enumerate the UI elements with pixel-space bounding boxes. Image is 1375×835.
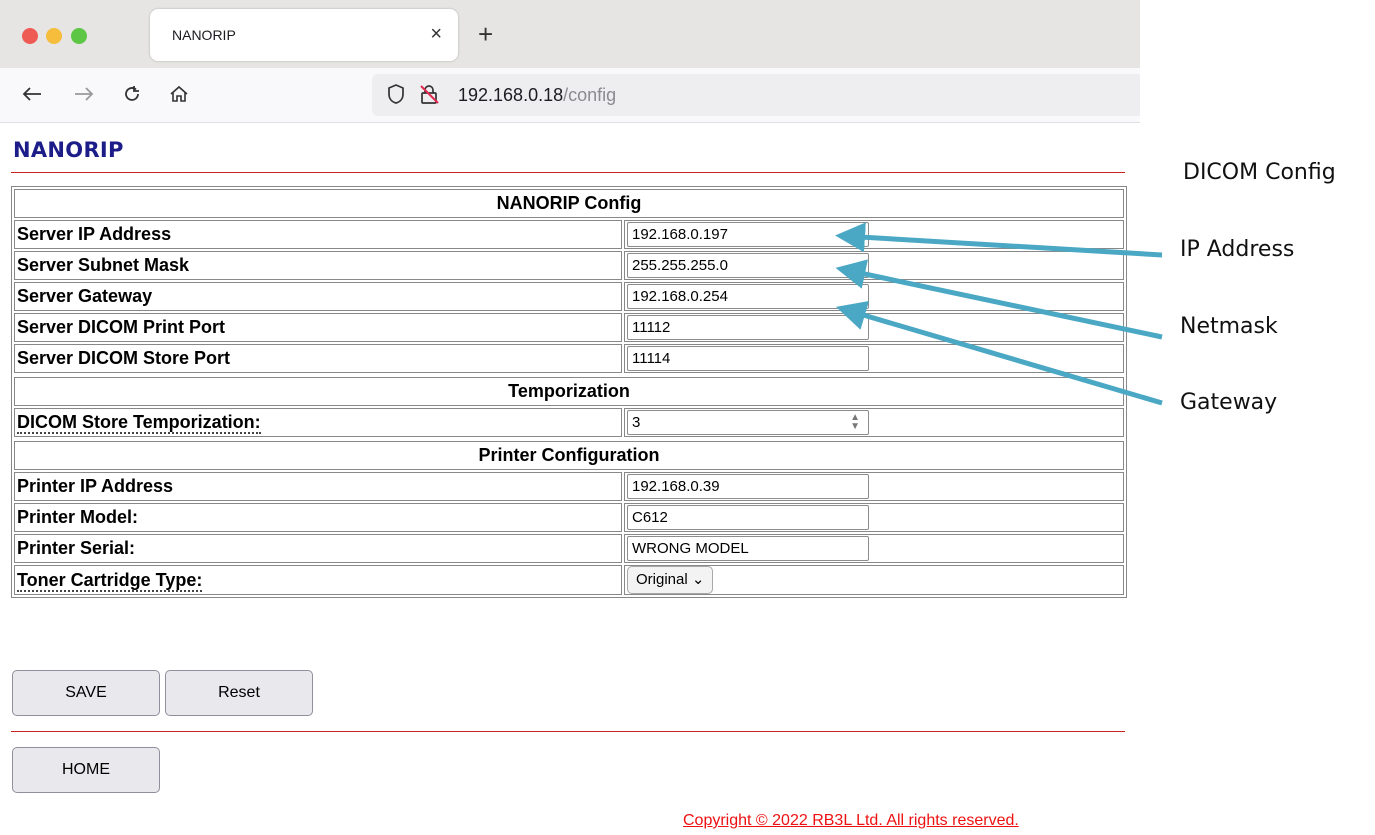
window-zoom-dot[interactable] <box>71 28 87 44</box>
printer-serial-input[interactable]: WRONG MODEL <box>627 536 869 561</box>
table-row: Server IP Address 192.168.0.197 <box>14 220 1124 249</box>
annotation-gateway: Gateway <box>1180 390 1278 415</box>
table-row: DICOM Store Temporization: 3 ▲ ▼ <box>14 408 1124 437</box>
reload-icon[interactable] <box>118 80 146 108</box>
toner-cartridge-type-label: Toner Cartridge Type: <box>17 569 203 592</box>
home-icon[interactable] <box>165 80 193 108</box>
server-ip-input[interactable]: 192.168.0.197 <box>627 222 869 247</box>
home-button[interactable]: HOME <box>12 747 160 793</box>
url-path: /config <box>563 85 617 105</box>
field-label: Printer Serial: <box>14 534 622 563</box>
new-tab-icon[interactable]: + <box>478 20 493 48</box>
toner-type-select[interactable]: Original ⌄ <box>627 566 714 594</box>
tab-bar: NANORIP × + <box>0 0 1140 68</box>
printer-model-input[interactable]: C612 <box>627 505 869 530</box>
field-label: Server DICOM Print Port <box>14 313 622 342</box>
dicom-store-port-input[interactable]: 11114 <box>627 346 869 371</box>
server-gateway-input[interactable]: 192.168.0.254 <box>627 284 869 309</box>
page-title: NANORIP <box>13 138 124 162</box>
field-label: Server DICOM Store Port <box>14 344 622 373</box>
tab-title: NANORIP <box>172 27 236 43</box>
field-label: DICOM Store Temporization: <box>14 408 622 437</box>
table-row: Printer Serial: WRONG MODEL <box>14 534 1124 563</box>
field-label: Printer IP Address <box>14 472 622 501</box>
table-row: Server Subnet Mask 255.255.255.0 <box>14 251 1124 280</box>
field-label: Server Gateway <box>14 282 622 311</box>
copyright-link[interactable]: Copyright © 2022 RB3L Ltd. All rights re… <box>683 812 1019 830</box>
annotation-netmask: Netmask <box>1180 314 1278 339</box>
toner-type-value: Original <box>636 571 688 588</box>
window-close-dot[interactable] <box>22 28 38 44</box>
spinner-arrows-icon[interactable]: ▲ ▼ <box>850 413 860 432</box>
section-header-nanorip-config: NANORIP Config <box>14 189 1124 218</box>
table-row: Printer IP Address 192.168.0.39 <box>14 472 1124 501</box>
table-row: Server DICOM Store Port 11114 <box>14 344 1124 373</box>
annotation-dicom-config: DICOM Config <box>1183 160 1336 185</box>
table-row: Printer Model: C612 <box>14 503 1124 532</box>
url-host: 192.168.0.18 <box>458 85 564 105</box>
server-subnet-input[interactable]: 255.255.255.0 <box>627 253 869 278</box>
table-row: Server Gateway 192.168.0.254 <box>14 282 1124 311</box>
url-text[interactable]: 192.168.0.18/config <box>458 85 616 106</box>
field-label: Server Subnet Mask <box>14 251 622 280</box>
config-table: NANORIP Config Server IP Address 192.168… <box>11 186 1127 598</box>
close-tab-icon[interactable]: × <box>430 22 442 46</box>
shield-icon[interactable] <box>386 83 406 110</box>
annotation-ip-address: IP Address <box>1180 237 1295 262</box>
insecure-lock-icon[interactable] <box>418 83 440 110</box>
field-label: Server IP Address <box>14 220 622 249</box>
window-minimize-dot[interactable] <box>46 28 62 44</box>
printer-ip-input[interactable]: 192.168.0.39 <box>627 474 869 499</box>
field-label: Printer Model: <box>14 503 622 532</box>
section-header-temporization: Temporization <box>14 377 1124 406</box>
chevron-down-icon: ⌄ <box>691 571 705 588</box>
dicom-store-temporization-label: DICOM Store Temporization: <box>17 412 261 434</box>
section-header-printer: Printer Configuration <box>14 441 1124 470</box>
back-arrow-icon[interactable] <box>18 80 46 108</box>
divider-line-top <box>11 172 1125 173</box>
divider-line-bottom <box>11 731 1125 732</box>
table-row: Server DICOM Print Port 11112 <box>14 313 1124 342</box>
table-row: Toner Cartridge Type: Original ⌄ <box>14 565 1124 595</box>
navigation-bar: 192.168.0.18/config <box>0 68 1140 123</box>
dicom-print-port-input[interactable]: 11112 <box>627 315 869 340</box>
browser-chrome: NANORIP × + 192.168.0.18/config <box>0 0 1140 123</box>
reset-button[interactable]: Reset <box>165 670 313 716</box>
forward-arrow-icon[interactable] <box>70 80 98 108</box>
save-button[interactable]: SAVE <box>12 670 160 716</box>
browser-tab[interactable]: NANORIP × <box>150 9 458 61</box>
field-label: Toner Cartridge Type: <box>14 565 622 595</box>
url-bar[interactable]: 192.168.0.18/config <box>372 74 1140 116</box>
temporization-number-input[interactable]: 3 ▲ ▼ <box>627 410 869 435</box>
temporization-value: 3 <box>632 414 641 431</box>
